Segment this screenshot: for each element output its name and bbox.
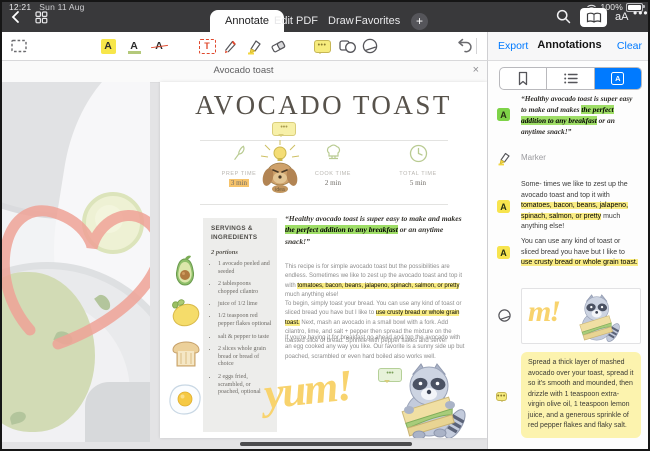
annotation-item-icon[interactable] <box>497 308 512 328</box>
outline-list-icon <box>563 72 578 85</box>
marquee-select-icon[interactable] <box>9 36 29 56</box>
panel-segmented-control: A <box>499 67 642 90</box>
more-icon[interactable]: ••• <box>633 6 649 20</box>
clock-icon <box>409 144 428 163</box>
search-icon[interactable] <box>556 9 571 29</box>
text-highlight-icon[interactable]: A <box>98 36 118 56</box>
annotations-panel: A A “Healthy avocado toast is super easy… <box>487 60 650 449</box>
documents-grid-button[interactable] <box>35 11 48 29</box>
fried-egg-sticker[interactable] <box>166 382 204 423</box>
ingredient-item: salt & pepper to taste <box>218 334 272 342</box>
total-time: TOTAL TIME 5 min <box>386 144 450 187</box>
clear-button[interactable]: Clear <box>617 40 642 52</box>
shapes-tool-icon[interactable] <box>337 36 357 56</box>
recipe-quote: “Healthy avocado toast is super easy to … <box>285 213 467 247</box>
dog-idea-sticker[interactable]: idea <box>256 140 304 199</box>
annotation-item[interactable]: Some- times we like to zest up the avoca… <box>521 180 638 233</box>
divider <box>200 204 448 205</box>
text-strikethrough-icon[interactable]: A <box>149 36 169 56</box>
recipe-paragraph: This recipe is for simple avocado toast … <box>285 263 467 300</box>
annotation-item[interactable]: Marker <box>521 152 638 164</box>
eraser-tool-icon[interactable] <box>268 36 288 56</box>
cook-time: COOK TIME 2 min <box>301 144 365 187</box>
bread-sticker[interactable] <box>169 338 203 377</box>
document-tab-bar: Avocado toast × <box>0 60 487 83</box>
tab-favorites[interactable]: Favorites <box>349 10 406 32</box>
panel-header: Export Annotations Clear <box>487 32 650 61</box>
text-settings-icon[interactable]: aA <box>615 11 628 23</box>
annotation-item-icon[interactable]: A <box>497 246 510 259</box>
annotation-item-icon[interactable]: A <box>497 108 510 121</box>
app-window: 12:21Sun 11 Aug 100% Annotate Edit PDF D… <box>0 0 650 451</box>
highlight-annotation[interactable]: 3 min <box>229 179 249 187</box>
annotations-icon: A <box>611 72 624 85</box>
back-button[interactable] <box>10 10 20 29</box>
lemon-sticker[interactable] <box>166 294 204 337</box>
undo-icon[interactable] <box>453 36 473 56</box>
recipe-title: AVOCADO TOAST <box>160 90 487 121</box>
yum-marker-annotation[interactable]: yum! <box>262 360 354 420</box>
recipe-page[interactable]: AVOCADO TOAST ••• PREP TIME 3 min <box>160 82 487 438</box>
reader-view-button[interactable] <box>580 8 607 27</box>
divider <box>200 140 448 141</box>
close-document-icon[interactable]: × <box>473 64 479 76</box>
tab-outline[interactable] <box>547 68 594 89</box>
bookmark-icon <box>516 71 530 86</box>
open-book-icon <box>586 12 602 24</box>
green-highlight-annotation[interactable]: the perfect addition to any breakfast <box>285 225 398 234</box>
avocado-sticker[interactable] <box>168 254 202 295</box>
photo-page[interactable] <box>0 82 150 442</box>
yum-thumb-text: m! <box>528 295 559 329</box>
tab-edit-pdf[interactable]: Edit PDF <box>268 10 324 32</box>
document-area: Avocado toast × AVOCADO TOAST ••• <box>0 60 487 449</box>
stamp-tool-icon[interactable] <box>360 36 380 56</box>
note-annotation-icon[interactable]: ••• <box>272 122 296 136</box>
yellow-highlight-chip: A <box>497 246 510 259</box>
green-highlight-chip: A <box>497 108 510 121</box>
stamp-chip-icon <box>497 308 512 323</box>
textbox-tool-icon[interactable]: T <box>197 36 217 56</box>
ingredient-item: 2 tablespoons chopped cilantro <box>218 281 272 297</box>
annotation-item-icon[interactable]: A <box>497 200 510 213</box>
horizontal-scrollbar[interactable] <box>240 442 412 446</box>
tab-bookmarks[interactable] <box>500 68 547 89</box>
add-tab-button[interactable]: + <box>411 13 428 30</box>
annotation-item[interactable]: m! <box>521 288 641 344</box>
yellow-highlight-chip: A <box>497 200 510 213</box>
annotation-item[interactable]: You can use any kind of toast or sliced … <box>521 237 638 269</box>
raccoon-thumb <box>574 291 624 344</box>
top-bar: 12:21Sun 11 Aug 100% Annotate Edit PDF D… <box>0 0 650 32</box>
svg-text:idea: idea <box>275 187 285 193</box>
marker-tool-icon[interactable] <box>244 36 264 56</box>
knife-icon <box>231 144 248 163</box>
ingredient-item: juice of 1/2 lime <box>218 301 272 309</box>
raccoon-sticker[interactable] <box>393 358 469 438</box>
annotation-item-icon[interactable] <box>496 150 512 171</box>
ingredient-item: 1 avocado peeled and seeded <box>218 261 272 277</box>
chef-hat-icon <box>324 144 343 163</box>
toolbar-divider <box>476 38 477 54</box>
marker-chip-icon <box>496 150 512 166</box>
annotation-item[interactable]: “Healthy avocado toast is super easy to … <box>521 93 638 137</box>
ingredient-item: 2 slices whole grain bread or bread of c… <box>218 346 272 369</box>
note-tool-icon[interactable]: ••• <box>312 36 332 56</box>
text-underline-icon[interactable]: A <box>124 36 144 56</box>
heart-drawing-annotation[interactable] <box>0 82 150 442</box>
note-chip-icon: ••• <box>496 392 507 401</box>
yellow-highlight-annotation[interactable]: tomatoes, bacon, beans, jalapeno, spinac… <box>297 283 459 289</box>
ingredient-item: 1/2 teaspoon red pepper flakes optional <box>218 313 272 329</box>
ingredients-header: SERVINGS & INGREDIENTS <box>211 225 272 242</box>
annotation-item-icon[interactable]: ••• <box>496 385 507 403</box>
tab-annotations[interactable]: A <box>595 68 641 89</box>
portions: 2 portions <box>211 249 272 256</box>
annotation-item[interactable]: Spread a thick layer of mashed avocado o… <box>521 352 641 438</box>
document-title: Avocado toast <box>0 65 487 76</box>
pen-tool-icon[interactable] <box>220 36 240 56</box>
annotate-toolbar: A A A T ••• <box>0 32 487 61</box>
